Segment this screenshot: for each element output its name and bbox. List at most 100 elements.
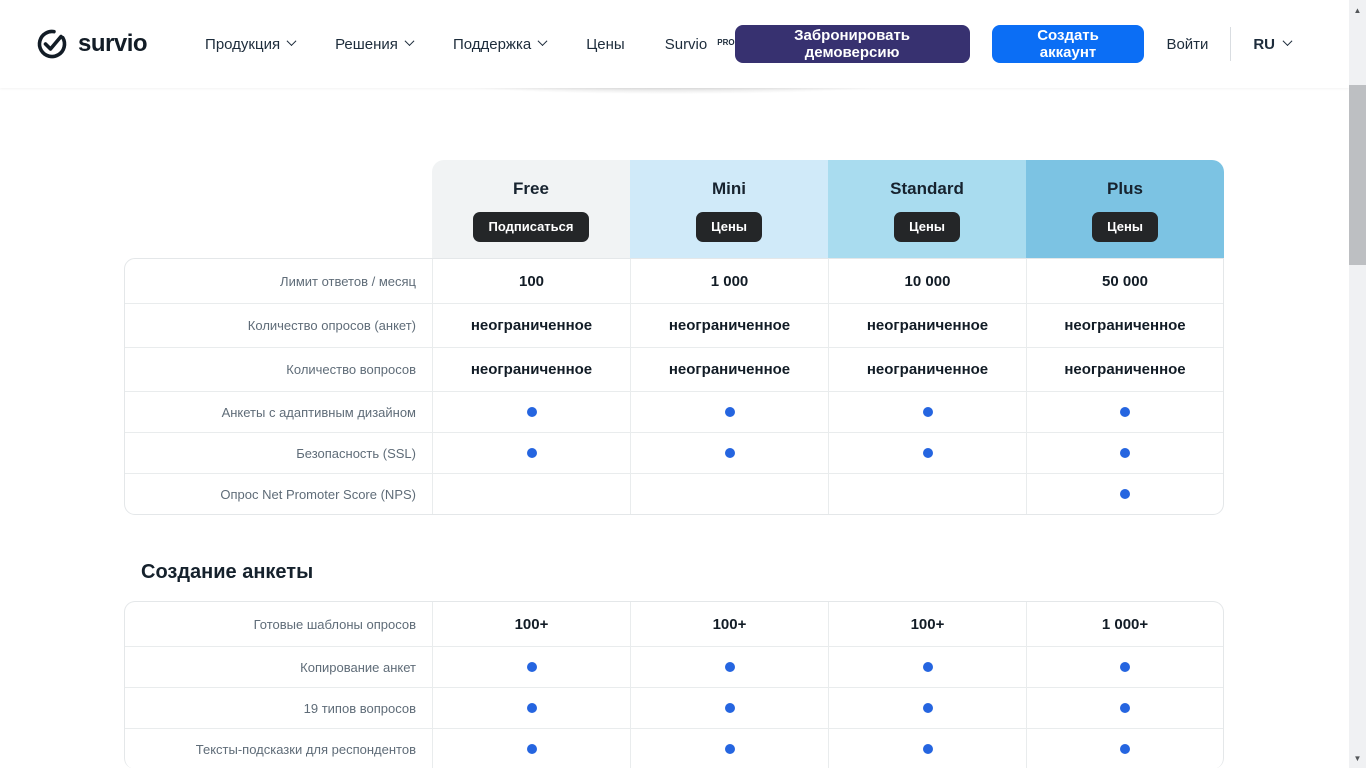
included-dot-icon [527, 703, 537, 713]
included-dot-icon [725, 407, 735, 417]
feature-label: Копирование анкет [125, 647, 432, 687]
feature-value-cell: 1 000 [630, 259, 828, 303]
create-account-button[interactable]: Создать аккаунт [992, 25, 1145, 63]
nav-label: Survio [665, 36, 708, 53]
included-dot-icon [527, 744, 537, 754]
plan-header-standard: Standard Цены [828, 160, 1026, 258]
included-dot-icon [527, 407, 537, 417]
scroll-up-arrow-icon[interactable]: ▲ [1349, 2, 1366, 18]
plan-header-plus: Plus Цены [1026, 160, 1224, 258]
included-dot-icon [1120, 407, 1130, 417]
feature-availability-cell [630, 729, 828, 768]
feature-value-cell: 1 000+ [1026, 602, 1223, 646]
included-dot-icon [923, 744, 933, 754]
nav-label: Продукция [205, 36, 280, 53]
nav-item-support[interactable]: Поддержка [453, 36, 546, 53]
feature-availability-cell [1026, 647, 1223, 687]
nav-item-solutions[interactable]: Решения [335, 36, 413, 53]
feature-label: 19 типов вопросов [125, 688, 432, 728]
feature-table-general: Лимит ответов / месяц1001 00010 00050 00… [124, 258, 1224, 515]
feature-availability-cell [630, 433, 828, 473]
scrollbar-thumb[interactable] [1349, 85, 1366, 265]
nav-label: Поддержка [453, 36, 531, 53]
chevron-down-icon [287, 36, 297, 46]
table-row: Опрос Net Promoter Score (NPS) [125, 473, 1223, 514]
pricing-table-1: Free Подписаться Mini Цены Standard Цены… [124, 160, 1224, 515]
included-dot-icon [1120, 448, 1130, 458]
feature-value-cell: неограниченное [1026, 348, 1223, 391]
feature-label: Анкеты с адаптивным дизайном [125, 392, 432, 432]
book-demo-button[interactable]: Забронировать демоверсию [735, 25, 970, 63]
feature-availability-cell [630, 474, 828, 514]
nav-label: Решения [335, 36, 398, 53]
feature-availability-cell [1026, 474, 1223, 514]
table-row: Копирование анкет [125, 646, 1223, 687]
feature-label: Опрос Net Promoter Score (NPS) [125, 474, 432, 514]
feature-label: Безопасность (SSL) [125, 433, 432, 473]
nav-item-survio-pro[interactable]: Survio PRO [665, 36, 735, 53]
plan-header-free: Free Подписаться [432, 160, 630, 258]
table-row: Готовые шаблоны опросов100+100+100+1 000… [125, 602, 1223, 646]
table-row: Анкеты с адаптивным дизайном [125, 391, 1223, 432]
nav-item-pricing[interactable]: Цены [586, 36, 625, 53]
table-row: 19 типов вопросов [125, 687, 1223, 728]
included-dot-icon [725, 662, 735, 672]
plan-header-spacer [124, 160, 432, 258]
chevron-down-icon [1283, 36, 1293, 46]
nav-item-products[interactable]: Продукция [205, 36, 295, 53]
feature-value-cell: 100+ [828, 602, 1026, 646]
prices-button[interactable]: Цены [894, 212, 960, 242]
included-dot-icon [1120, 703, 1130, 713]
feature-availability-cell [1026, 392, 1223, 432]
feature-label: Количество вопросов [125, 348, 432, 391]
feature-availability-cell [828, 688, 1026, 728]
feature-availability-cell [432, 647, 630, 687]
included-dot-icon [527, 662, 537, 672]
feature-availability-cell [828, 729, 1026, 768]
prices-button[interactable]: Цены [696, 212, 762, 242]
chevron-down-icon [538, 36, 548, 46]
plan-name: Mini [712, 179, 746, 199]
topbar-right: Забронировать демоверсию Создать аккаунт… [735, 25, 1319, 63]
plan-header-mini: Mini Цены [630, 160, 828, 258]
feature-availability-cell [432, 433, 630, 473]
language-selector[interactable]: RU [1253, 36, 1291, 53]
logo[interactable]: survio [35, 27, 147, 61]
feature-value-cell: 50 000 [1026, 259, 1223, 303]
plan-name: Plus [1107, 179, 1143, 199]
feature-value-cell: неограниченное [828, 304, 1026, 347]
feature-availability-cell [828, 433, 1026, 473]
included-dot-icon [1120, 489, 1130, 499]
included-dot-icon [725, 448, 735, 458]
pro-superscript: PRO [717, 38, 734, 47]
vertical-scrollbar[interactable]: ▲ ▼ [1349, 0, 1366, 768]
subscribe-button[interactable]: Подписаться [473, 212, 588, 242]
prices-button[interactable]: Цены [1092, 212, 1158, 242]
scroll-down-arrow-icon[interactable]: ▼ [1349, 750, 1366, 766]
included-dot-icon [527, 448, 537, 458]
feature-value-cell: неограниченное [630, 304, 828, 347]
divider [1230, 27, 1231, 61]
feature-availability-cell [828, 474, 1026, 514]
feature-availability-cell [828, 392, 1026, 432]
top-nav-bar: survio Продукция Решения Поддержка Цены … [0, 0, 1349, 88]
included-dot-icon [725, 703, 735, 713]
feature-label: Готовые шаблоны опросов [125, 602, 432, 646]
pricing-table-2: Готовые шаблоны опросов100+100+100+1 000… [124, 601, 1224, 768]
included-dot-icon [923, 662, 933, 672]
feature-label: Тексты-подсказки для респондентов [125, 729, 432, 768]
feature-label: Количество опросов (анкет) [125, 304, 432, 347]
table-row: Тексты-подсказки для респондентов [125, 728, 1223, 768]
feature-availability-cell [1026, 433, 1223, 473]
chevron-down-icon [404, 36, 414, 46]
included-dot-icon [923, 448, 933, 458]
plan-headers: Free Подписаться Mini Цены Standard Цены… [124, 160, 1224, 258]
included-dot-icon [923, 407, 933, 417]
feature-availability-cell [432, 474, 630, 514]
table-row: Безопасность (SSL) [125, 432, 1223, 473]
feature-value-cell: неограниченное [1026, 304, 1223, 347]
plan-name: Standard [890, 179, 964, 199]
survio-logo-icon [35, 27, 69, 61]
login-link[interactable]: Войти [1166, 36, 1208, 53]
feature-availability-cell [630, 647, 828, 687]
